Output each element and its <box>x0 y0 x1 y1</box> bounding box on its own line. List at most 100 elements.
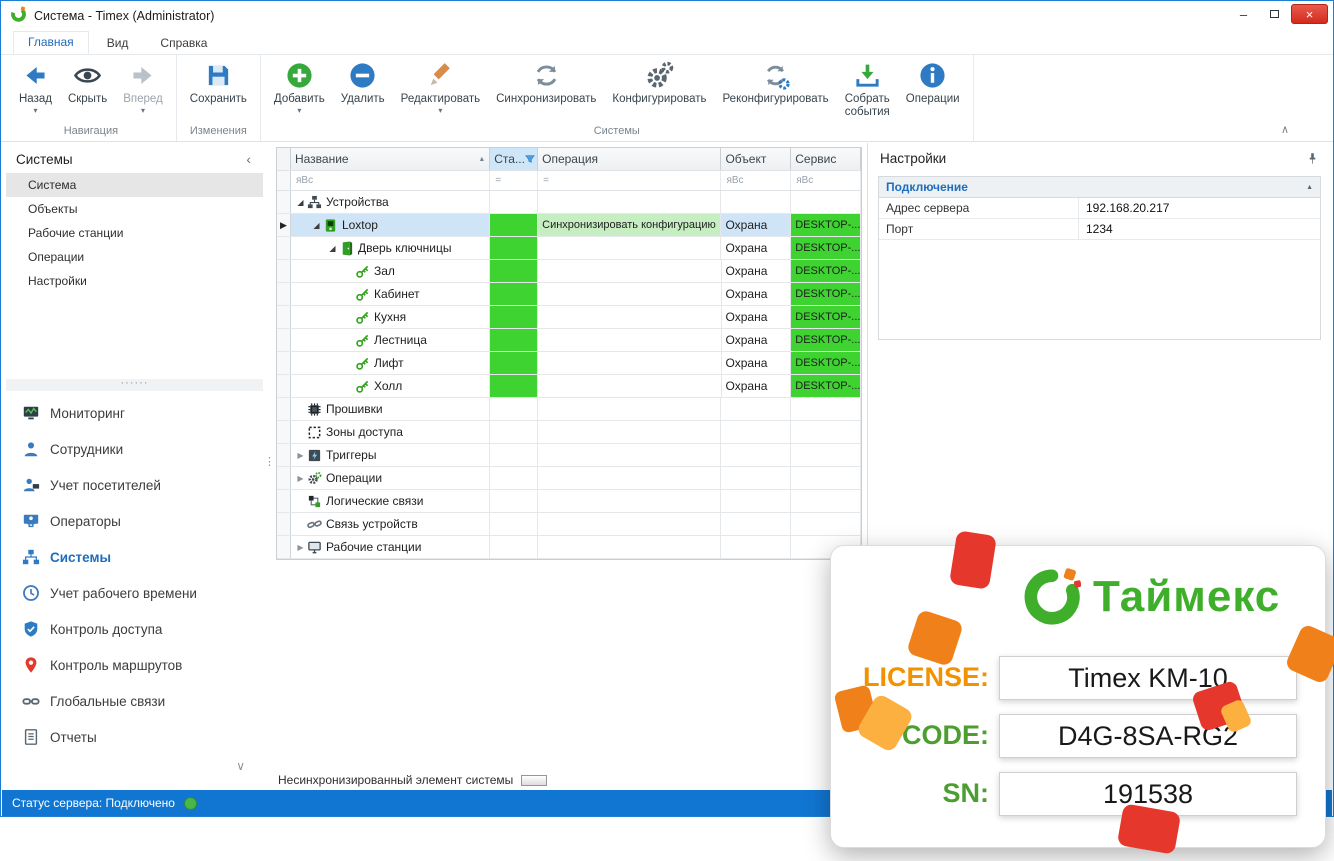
row-indicator <box>277 490 291 512</box>
table-row[interactable]: Зоны доступа <box>277 421 861 444</box>
nav-item-1[interactable]: Сотрудники <box>6 431 263 467</box>
operation-cell <box>538 306 721 328</box>
expand-node-icon[interactable]: ▶ <box>294 543 307 552</box>
grid: Название▲Ста...ОперацияОбъектСервисяBс==… <box>276 147 862 560</box>
nav-item-0[interactable]: Мониторинг <box>6 395 263 431</box>
pin-icon[interactable] <box>1306 152 1319 165</box>
column-header-4[interactable]: Сервис <box>791 148 861 170</box>
tab-1[interactable]: Вид <box>93 33 143 54</box>
row-name-label: Loxtop <box>342 218 378 232</box>
status-cell <box>490 398 538 420</box>
ribbon-button-2-3[interactable]: Синхронизировать <box>488 57 604 106</box>
vertical-splitter[interactable]: ⋮ <box>263 143 276 789</box>
operation-cell <box>538 191 721 213</box>
row-name-label: Кухня <box>374 310 406 324</box>
table-row[interactable]: ◢Дверь ключницыОхранаDESKTOP-... <box>277 237 861 260</box>
ribbon-button-0-1[interactable]: Скрыть <box>60 57 115 106</box>
table-row[interactable]: Логические связи <box>277 490 861 513</box>
ribbon-button-2-0[interactable]: Добавить▾ <box>266 57 333 115</box>
table-row[interactable]: ЛестницаОхранаDESKTOP-... <box>277 329 861 352</box>
table-area: Название▲Ста...ОперацияОбъектСервисяBс==… <box>276 143 862 789</box>
dropdown-arrow-icon: ▾ <box>33 107 37 115</box>
ribbon-button-2-6[interactable]: Собрать события <box>837 57 898 119</box>
column-header-2[interactable]: Операция <box>538 148 721 170</box>
table-row[interactable]: ▶Операции <box>277 467 861 490</box>
maximize-button[interactable] <box>1260 4 1289 24</box>
object-cell: Охрана <box>722 306 792 328</box>
tab-0[interactable]: Главная <box>13 31 89 54</box>
table-row[interactable]: КабинетОхранаDESKTOP-... <box>277 283 861 306</box>
collapse-node-icon[interactable]: ◢ <box>326 244 339 253</box>
sidebar-item-4[interactable]: Настройки <box>6 269 263 293</box>
column-header-0[interactable]: Название▲ <box>291 148 490 170</box>
sidebar-item-1[interactable]: Объекты <box>6 197 263 221</box>
name-cell: ◢Устройства <box>291 191 490 213</box>
table-row[interactable]: ▶Триггеры <box>277 444 861 467</box>
expand-node-icon[interactable]: ▶ <box>294 451 307 460</box>
nav-item-8[interactable]: Глобальные связи <box>6 683 263 719</box>
table-row[interactable]: КухняОхранаDESKTOP-... <box>277 306 861 329</box>
brand-name: Таймекс <box>1093 572 1280 622</box>
operation-cell: Синхронизировать конфигурацию <box>538 214 721 236</box>
settings-field-value[interactable]: 192.168.20.217 <box>1079 198 1320 218</box>
object-cell: Охрана <box>721 214 791 236</box>
ribbon-button-2-7[interactable]: Операции <box>898 57 968 106</box>
settings-group-header[interactable]: Подключение ▲ <box>879 177 1320 198</box>
table-row[interactable]: ▶◢LoxtopСинхронизировать конфигурациюОхр… <box>277 214 861 237</box>
links-icon <box>22 692 40 710</box>
status-cell <box>490 490 538 512</box>
table-row[interactable]: ◢Устройства <box>277 191 861 214</box>
filter-cell-3[interactable]: яBс <box>721 171 791 190</box>
settings-field-value[interactable]: 1234 <box>1079 219 1320 239</box>
tab-bar: ГлавнаяВидСправка <box>1 31 1333 55</box>
ribbon-button-0-2[interactable]: Вперед▾ <box>115 57 171 115</box>
filter-cell-1[interactable]: = <box>490 171 538 190</box>
status-cell <box>490 191 538 213</box>
sidebar-collapse-icon[interactable]: ‹ <box>246 151 251 167</box>
nav-item-7[interactable]: Контроль маршрутов <box>6 647 263 683</box>
nav-item-6[interactable]: Контроль доступа <box>6 611 263 647</box>
sidebar-splitter[interactable]: ······ <box>6 379 263 391</box>
object-cell <box>721 467 791 489</box>
nav-item-label: Контроль маршрутов <box>50 658 182 673</box>
sidebar-item-2[interactable]: Рабочие станции <box>6 221 263 245</box>
object-cell <box>721 513 791 535</box>
table-row[interactable]: ▶Рабочие станции <box>277 536 861 559</box>
ribbon-button-2-4[interactable]: Конфигурировать <box>604 57 714 106</box>
ribbon-button-2-2[interactable]: Редактировать▾ <box>393 57 488 115</box>
operation-cell <box>538 260 721 282</box>
filter-cell-2[interactable]: = <box>538 171 721 190</box>
minimize-button[interactable]: – <box>1229 4 1258 24</box>
filter-cell-0[interactable]: яBс <box>291 171 490 190</box>
sidebar-item-3[interactable]: Операции <box>6 245 263 269</box>
nav-item-4[interactable]: Системы <box>6 539 263 575</box>
column-header-1[interactable]: Ста... <box>490 148 538 170</box>
ribbon-button-1-0[interactable]: Сохранить <box>182 57 255 106</box>
sidebar-item-0[interactable]: Система <box>6 173 263 197</box>
tab-2[interactable]: Справка <box>146 33 221 54</box>
maximize-icon <box>1270 10 1279 18</box>
row-indicator <box>277 191 291 213</box>
table-row[interactable]: ЛифтОхранаDESKTOP-... <box>277 352 861 375</box>
nav-item-2[interactable]: Учет посетителей <box>6 467 263 503</box>
filter-cell-4[interactable]: яBс <box>791 171 861 190</box>
column-header-3[interactable]: Объект <box>721 148 791 170</box>
ribbon-button-0-0[interactable]: Назад▾ <box>11 57 60 115</box>
collapse-node-icon[interactable]: ◢ <box>294 198 307 207</box>
expand-node-icon[interactable]: ▶ <box>294 474 307 483</box>
filter-row[interactable]: яBс==яBсяBс <box>277 170 861 191</box>
access-icon <box>22 620 40 638</box>
table-row[interactable]: Связь устройств <box>277 513 861 536</box>
collapse-node-icon[interactable]: ◢ <box>310 221 323 230</box>
close-button[interactable]: × <box>1291 4 1328 24</box>
nav-item-9[interactable]: Отчеты <box>6 719 263 755</box>
sidebar-overflow-chevron-icon[interactable]: ∨ <box>236 759 245 773</box>
ribbon-button-2-1[interactable]: Удалить <box>333 57 393 106</box>
ribbon-button-2-5[interactable]: Реконфигурировать <box>715 57 837 106</box>
table-row[interactable]: ЗалОхранаDESKTOP-... <box>277 260 861 283</box>
table-row[interactable]: Прошивки <box>277 398 861 421</box>
table-row[interactable]: ХоллОхранаDESKTOP-... <box>277 375 861 398</box>
ribbon-collapse-icon[interactable]: ∧ <box>1281 123 1289 136</box>
nav-item-5[interactable]: Учет рабочего времени <box>6 575 263 611</box>
nav-item-3[interactable]: Операторы <box>6 503 263 539</box>
